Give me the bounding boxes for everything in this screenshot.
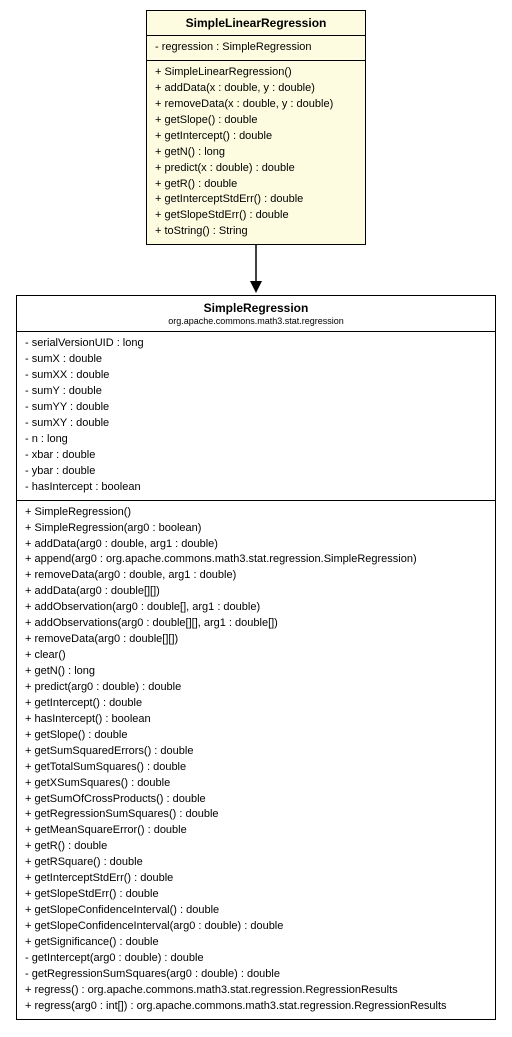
method-row: + addData(arg0 : double[][]) bbox=[25, 584, 487, 600]
attribute-row: - regression : SimpleRegression bbox=[155, 40, 357, 56]
attribute-row: - serialVersionUID : long bbox=[25, 336, 487, 352]
method-row: + getRegressionSumSquares() : double bbox=[25, 807, 487, 823]
class-title: SimpleRegression bbox=[25, 301, 487, 315]
attribute-row: - sumXY : double bbox=[25, 416, 487, 432]
method-row: + getIntercept() : double bbox=[25, 696, 487, 712]
methods-section: + SimpleLinearRegression()+ addData(x : … bbox=[147, 61, 365, 244]
method-row: + removeData(arg0 : double[][]) bbox=[25, 632, 487, 648]
method-row: + getIntercept() : double bbox=[155, 129, 357, 145]
method-row: + getR() : double bbox=[25, 839, 487, 855]
uml-class-simplelinearregression: SimpleLinearRegression - regression : Si… bbox=[146, 10, 366, 245]
method-row: - getRegressionSumSquares(arg0 : double)… bbox=[25, 967, 487, 983]
method-row: + clear() bbox=[25, 648, 487, 664]
method-row: + getRSquare() : double bbox=[25, 855, 487, 871]
method-row: + getSignificance() : double bbox=[25, 935, 487, 951]
method-row: - getIntercept(arg0 : double) : double bbox=[25, 951, 487, 967]
method-row: + addData(x : double, y : double) bbox=[155, 81, 357, 97]
attribute-row: - sumXX : double bbox=[25, 368, 487, 384]
method-row: + getSlope() : double bbox=[155, 113, 357, 129]
method-row: + toString() : String bbox=[155, 224, 357, 240]
method-row: + getSumOfCrossProducts() : double bbox=[25, 792, 487, 808]
method-row: + getSumSquaredErrors() : double bbox=[25, 744, 487, 760]
method-row: + addObservations(arg0 : double[][], arg… bbox=[25, 616, 487, 632]
method-row: + getXSumSquares() : double bbox=[25, 776, 487, 792]
class-title: SimpleLinearRegression bbox=[155, 16, 357, 30]
method-row: + hasIntercept() : boolean bbox=[25, 712, 487, 728]
attributes-section: - regression : SimpleRegression bbox=[147, 36, 365, 61]
method-row: + predict(arg0 : double) : double bbox=[25, 680, 487, 696]
attribute-row: - hasIntercept : boolean bbox=[25, 480, 487, 496]
method-row: + regress() : org.apache.commons.math3.s… bbox=[25, 983, 487, 999]
method-row: + getTotalSumSquares() : double bbox=[25, 760, 487, 776]
method-row: + append(arg0 : org.apache.commons.math3… bbox=[25, 552, 487, 568]
method-row: + getSlope() : double bbox=[25, 728, 487, 744]
dependency-arrow bbox=[10, 245, 502, 295]
class-header: SimpleLinearRegression bbox=[147, 11, 365, 36]
method-row: + removeData(x : double, y : double) bbox=[155, 97, 357, 113]
method-row: + predict(x : double) : double bbox=[155, 161, 357, 177]
method-row: + SimpleRegression(arg0 : boolean) bbox=[25, 521, 487, 537]
method-row: + regress(arg0 : int[]) : org.apache.com… bbox=[25, 999, 487, 1015]
method-row: + addData(arg0 : double, arg1 : double) bbox=[25, 537, 487, 553]
attribute-row: - sumYY : double bbox=[25, 400, 487, 416]
class-header: SimpleRegression org.apache.commons.math… bbox=[17, 296, 495, 332]
method-row: + SimpleLinearRegression() bbox=[155, 65, 357, 81]
attribute-row: - n : long bbox=[25, 432, 487, 448]
uml-class-simpleregression: SimpleRegression org.apache.commons.math… bbox=[16, 295, 496, 1019]
method-row: + getSlopeStdErr() : double bbox=[25, 887, 487, 903]
method-row: + getSlopeStdErr() : double bbox=[155, 208, 357, 224]
method-row: + getInterceptStdErr() : double bbox=[155, 192, 357, 208]
method-row: + getSlopeConfidenceInterval(arg0 : doub… bbox=[25, 919, 487, 935]
attribute-row: - sumY : double bbox=[25, 384, 487, 400]
method-row: + getSlopeConfidenceInterval() : double bbox=[25, 903, 487, 919]
method-row: + getMeanSquareError() : double bbox=[25, 823, 487, 839]
attribute-row: - ybar : double bbox=[25, 464, 487, 480]
method-row: + getN() : long bbox=[155, 145, 357, 161]
attribute-row: - sumX : double bbox=[25, 352, 487, 368]
method-row: + removeData(arg0 : double, arg1 : doubl… bbox=[25, 568, 487, 584]
methods-section: + SimpleRegression()+ SimpleRegression(a… bbox=[17, 501, 495, 1019]
method-row: + getR() : double bbox=[155, 177, 357, 193]
attribute-row: - xbar : double bbox=[25, 448, 487, 464]
method-row: + getN() : long bbox=[25, 664, 487, 680]
attributes-section: - serialVersionUID : long- sumX : double… bbox=[17, 332, 495, 500]
method-row: + addObservation(arg0 : double[], arg1 :… bbox=[25, 600, 487, 616]
class-package: org.apache.commons.math3.stat.regression bbox=[25, 316, 487, 326]
method-row: + SimpleRegression() bbox=[25, 505, 487, 521]
method-row: + getInterceptStdErr() : double bbox=[25, 871, 487, 887]
